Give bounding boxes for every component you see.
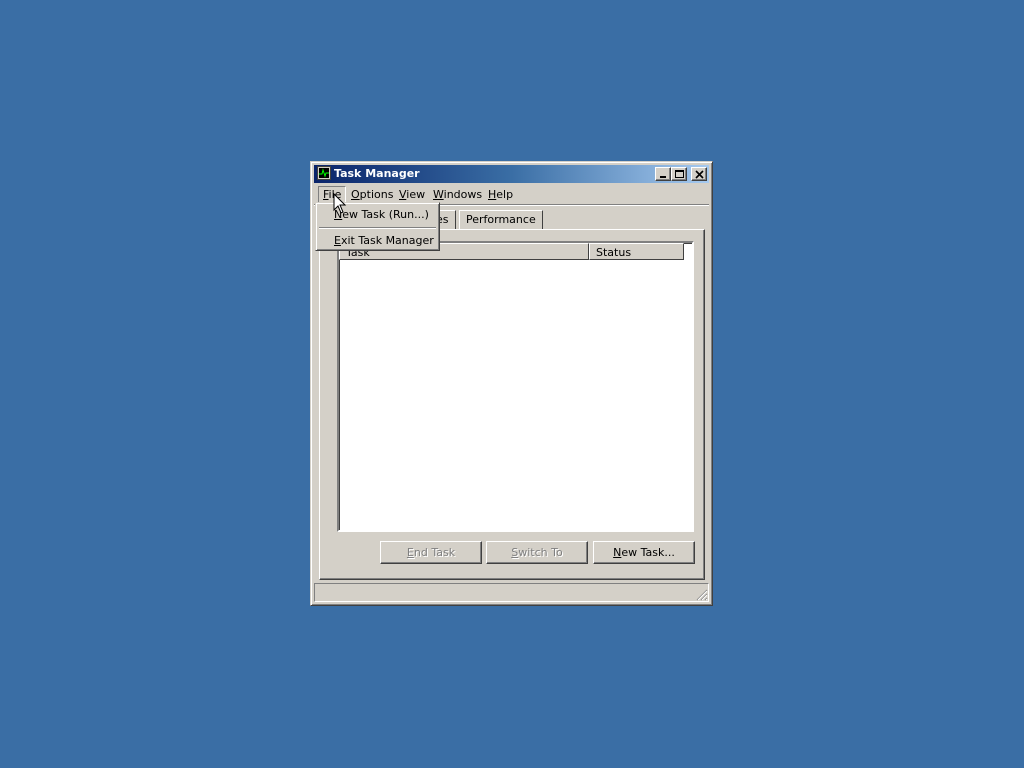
menu-options-mnemonic: O [351, 188, 360, 201]
menu-item-new-task-label: ew Task (Run...) [342, 208, 429, 221]
menu-help-label: elp [496, 188, 514, 201]
menu-help[interactable]: Help [483, 187, 518, 202]
title-bar[interactable]: Task Manager [314, 165, 709, 183]
end-task-button[interactable]: End Task [380, 541, 482, 564]
close-icon [695, 170, 704, 179]
tab-panel: Task Status End Task Switch To New Task.… [319, 229, 705, 580]
new-task-label: ew Task... [621, 546, 675, 559]
status-bar [314, 583, 709, 602]
menu-options-label: ptions [359, 188, 394, 201]
maximize-button[interactable] [671, 167, 687, 181]
resize-grip-icon[interactable] [696, 589, 708, 601]
menu-item-exit-mnemonic: E [334, 234, 341, 247]
tab-performance-label: Performance [466, 213, 536, 226]
menu-separator [319, 227, 436, 229]
menu-windows-label: indows [443, 188, 483, 201]
menu-item-exit-task-manager[interactable]: Exit Task Manager [319, 232, 436, 250]
mouse-cursor-icon [333, 193, 347, 214]
close-button[interactable] [691, 167, 707, 181]
task-manager-icon[interactable] [317, 166, 331, 180]
menu-item-exit-label: xit Task Manager [340, 234, 434, 247]
switch-to-button[interactable]: Switch To [486, 541, 588, 564]
minimize-icon [660, 176, 666, 178]
column-status-label: Status [596, 246, 632, 259]
end-task-label: nd Task [413, 546, 456, 559]
new-task-button[interactable]: New Task... [593, 541, 695, 564]
menu-view-label: iew [406, 188, 426, 201]
end-task-mnemonic: E [406, 546, 414, 559]
menu-windows[interactable]: Windows [428, 187, 487, 202]
menu-view[interactable]: View [394, 187, 430, 202]
minimize-button[interactable] [655, 167, 671, 181]
tab-performance[interactable]: Performance [459, 210, 543, 229]
task-list[interactable]: Task Status [337, 241, 694, 532]
column-header-status[interactable]: Status [589, 243, 684, 260]
switch-to-label: witch To [518, 546, 563, 559]
menu-options[interactable]: Options [346, 187, 398, 202]
menu-windows-mnemonic: W [433, 188, 444, 201]
window-title: Task Manager [334, 167, 420, 180]
maximize-icon [675, 170, 684, 178]
